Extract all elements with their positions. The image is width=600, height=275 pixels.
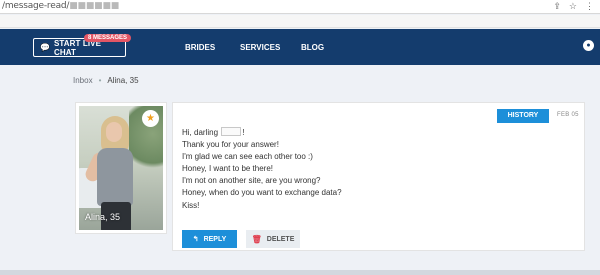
messages-badge[interactable]: 8 MESSAGES bbox=[84, 34, 132, 42]
trash-icon: 🗑 bbox=[251, 234, 262, 244]
message-line: Honey, when do you want to exchange data… bbox=[182, 188, 342, 198]
share-icon[interactable]: ⇪ bbox=[553, 1, 561, 12]
message-greeting: Hi, darling ! bbox=[182, 127, 245, 137]
chat-bubble-icon: 💬 bbox=[40, 43, 50, 52]
breadcrumb-inbox[interactable]: Inbox bbox=[73, 76, 93, 85]
nav-brides[interactable]: BRIDES bbox=[185, 43, 215, 52]
message-line: I'm not on another site, are you wrong? bbox=[182, 176, 321, 186]
breadcrumb: Inbox • Alina, 35 bbox=[73, 76, 139, 85]
profile-name: Alina, 35 bbox=[85, 212, 121, 222]
message-line: Honey, I want to be there! bbox=[182, 164, 274, 174]
reply-button-label: REPLY bbox=[203, 235, 227, 243]
reply-arrow-icon: ↰ bbox=[192, 236, 199, 243]
profile-card[interactable]: Alina, 35 ★ bbox=[75, 102, 167, 234]
message-body: Hi, darling ! Thank you for your answer!… bbox=[182, 127, 342, 212]
user-account-icon[interactable]: ● bbox=[583, 40, 594, 51]
url-text[interactable]: /message-read/■■■■■■ bbox=[2, 1, 119, 11]
message-date: FEB 05 bbox=[557, 112, 579, 118]
message-panel: HISTORY FEB 05 Hi, darling ! Thank you f… bbox=[172, 102, 585, 251]
nav-blog[interactable]: BLOG bbox=[301, 43, 324, 52]
site-header: 💬 START LIVE CHAT 8 MESSAGES BRIDES SERV… bbox=[0, 29, 600, 65]
breadcrumb-current: Alina, 35 bbox=[107, 76, 139, 85]
browser-address-bar[interactable]: /message-read/■■■■■■ ⇪ ☆ ⋮ bbox=[0, 0, 600, 14]
browser-icons: ⇪ ☆ ⋮ bbox=[553, 1, 594, 12]
message-line: I'm glad we can see each other too :) bbox=[182, 152, 313, 162]
masked-recipient-name bbox=[221, 127, 242, 136]
bookmark-star-icon[interactable]: ☆ bbox=[569, 1, 577, 12]
delete-button[interactable]: 🗑 DELETE bbox=[246, 230, 300, 248]
profile-photo[interactable]: Alina, 35 ★ bbox=[79, 106, 163, 230]
history-button[interactable]: HISTORY bbox=[497, 109, 549, 123]
message-line: Kiss! bbox=[182, 200, 200, 210]
message-line: Thank you for your answer! bbox=[182, 140, 279, 150]
delete-button-label: DELETE bbox=[266, 235, 295, 243]
footer-divider bbox=[0, 270, 600, 275]
nav-services[interactable]: SERVICES bbox=[240, 43, 280, 52]
reply-button[interactable]: ↰ REPLY bbox=[182, 230, 237, 248]
breadcrumb-separator: • bbox=[98, 76, 102, 85]
browser-toolbar-strip bbox=[0, 15, 600, 28]
favorite-star-icon[interactable]: ★ bbox=[142, 110, 159, 127]
menu-icon[interactable]: ⋮ bbox=[585, 1, 594, 12]
